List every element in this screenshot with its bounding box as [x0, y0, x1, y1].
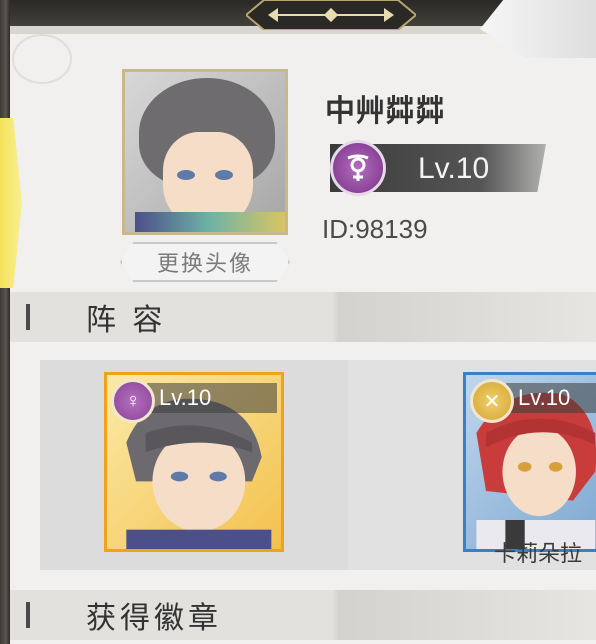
hero-card[interactable]: ✕ Lv.10 — [463, 372, 596, 552]
hero-level: Lv.10 — [506, 383, 596, 413]
purple-faction-emblem-icon: ♀ — [111, 379, 155, 423]
change-avatar-button[interactable]: 更换头像 — [120, 242, 290, 282]
avatar-eye-left — [177, 170, 195, 180]
purple-faction-emblem-icon — [330, 140, 386, 196]
crossed-swords-emblem-icon: ✕ — [470, 379, 514, 423]
player-name: 中艸茻茻 — [325, 95, 445, 128]
hero-name: 卡莉朵拉 — [494, 541, 583, 566]
corner-ornament — [12, 34, 72, 84]
badges-section-header: 获得徽章 — [10, 590, 596, 640]
section-bar — [26, 602, 30, 628]
avatar-eye-right — [215, 170, 233, 180]
player-avatar[interactable] — [122, 69, 288, 235]
gold-ornament-icon — [246, 0, 416, 30]
badges-title: 获得徽章 — [86, 602, 222, 635]
player-id: ID:98139 — [322, 214, 428, 244]
left-frame — [0, 0, 10, 644]
section-bar — [26, 304, 30, 330]
hero-card[interactable]: ♀ Lv.10 — [104, 372, 284, 552]
hero-level: Lv.10 — [147, 383, 277, 413]
faction-symbol-icon — [347, 154, 369, 181]
avatar-collar — [135, 212, 285, 232]
lineup-section-header: 阵 容 — [10, 292, 596, 342]
player-level: Lv.10 — [418, 152, 490, 185]
lineup-title: 阵 容 — [86, 304, 167, 337]
